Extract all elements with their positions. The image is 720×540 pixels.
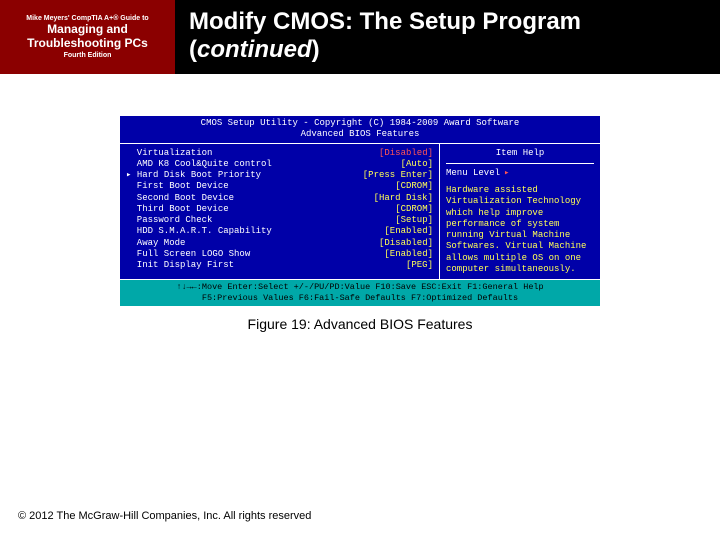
- bios-setting-row: HDD S.M.A.R.T. Capability[Enabled]: [126, 226, 433, 237]
- bios-setting-row: First Boot Device[CDROM]: [126, 181, 433, 192]
- bios-setting-row: AMD K8 Cool&Quite control[Auto]: [126, 159, 433, 170]
- arrow-icon: ▸: [504, 168, 509, 179]
- bios-setting-row: Away Mode[Disabled]: [126, 238, 433, 249]
- slide-title: Modify CMOS: The Setup Program (continue…: [175, 0, 720, 74]
- bios-setting-row: Second Boot Device[Hard Disk]: [126, 193, 433, 204]
- bios-setting-row: Password Check[Setup]: [126, 215, 433, 226]
- bios-setting-row: Init Display First[PEG]: [126, 260, 433, 271]
- bios-help-panel: Item Help Menu Level▸ Hardware assisted …: [440, 144, 600, 280]
- menu-level: Menu Level▸: [446, 168, 594, 179]
- bios-setting-row: Full Screen LOGO Show[Enabled]: [126, 249, 433, 260]
- bios-settings-panel: Virtualization[Disabled] AMD K8 Cool&Qui…: [120, 144, 440, 280]
- bios-setting-row: Third Boot Device[CDROM]: [126, 204, 433, 215]
- help-title: Item Help: [446, 148, 594, 164]
- help-text: Hardware assisted Virtualization Technol…: [446, 185, 594, 275]
- book-badge: Mike Meyers' CompTIA A+® Guide to Managi…: [0, 0, 175, 74]
- book-series: Mike Meyers' CompTIA A+® Guide to: [4, 15, 171, 22]
- bios-setting-row: ▸ Hard Disk Boot Priority[Press Enter]: [126, 170, 433, 181]
- bios-setting-row: Virtualization[Disabled]: [126, 148, 433, 159]
- bios-footer: ↑↓→←:Move Enter:Select +/-/PU/PD:Value F…: [120, 280, 600, 306]
- book-title: Managing and Troubleshooting PCs: [4, 23, 171, 49]
- book-edition: Fourth Edition: [4, 52, 171, 59]
- bios-window: CMOS Setup Utility - Copyright (C) 1984-…: [120, 116, 600, 280]
- figure-caption: Figure 19: Advanced BIOS Features: [120, 316, 600, 332]
- bios-body: Virtualization[Disabled] AMD K8 Cool&Qui…: [120, 143, 600, 281]
- bios-screenshot: CMOS Setup Utility - Copyright (C) 1984-…: [120, 116, 600, 332]
- copyright: © 2012 The McGraw-Hill Companies, Inc. A…: [18, 510, 311, 522]
- slide-header: Mike Meyers' CompTIA A+® Guide to Managi…: [0, 0, 720, 74]
- bios-title: CMOS Setup Utility - Copyright (C) 1984-…: [120, 116, 600, 143]
